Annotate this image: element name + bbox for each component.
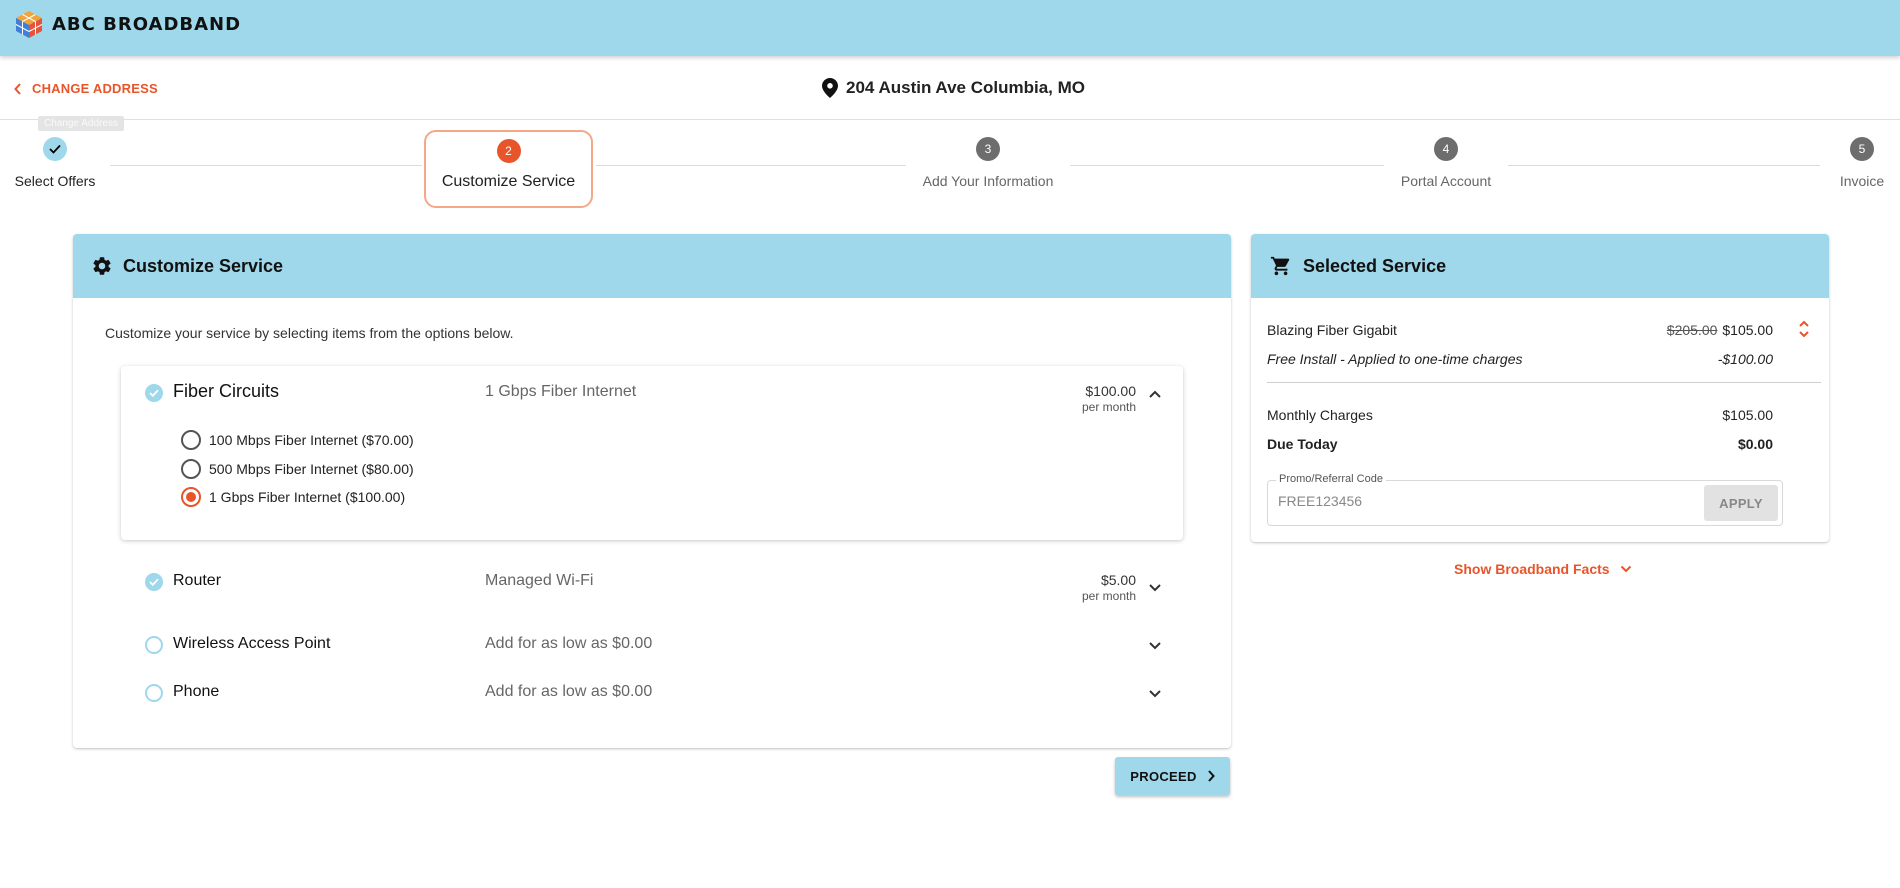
- proceed-button[interactable]: PROCEED: [1115, 757, 1230, 795]
- address-bar: CHANGE ADDRESS 204 Austin Ave Columbia, …: [0, 56, 1900, 120]
- plan-old-price: $205.00: [1666, 322, 1718, 338]
- card-title: Selected Service: [1303, 255, 1447, 276]
- fiber-option-100-mbps[interactable]: 100 Mbps Fiber Internet ($70.00): [181, 430, 414, 450]
- plan-price-group: $205.00 $105.00: [1667, 322, 1773, 338]
- step-circle: 3: [976, 137, 1000, 161]
- step-portal-account[interactable]: 4 Portal Account: [1396, 137, 1496, 189]
- change-address-button[interactable]: CHANGE ADDRESS: [14, 81, 158, 96]
- due-label: Due Today: [1267, 436, 1338, 452]
- intro-text: Customize your service by selecting item…: [105, 325, 514, 341]
- radio-button[interactable]: [181, 430, 201, 450]
- map-pin-icon: [822, 78, 838, 98]
- stepper-connector: [1070, 165, 1384, 166]
- unselected-circle-icon: [145, 684, 163, 702]
- selected-service-header: Selected Service: [1251, 234, 1829, 298]
- step-label: Customize Service: [441, 173, 576, 190]
- chevron-down-icon[interactable]: [1147, 638, 1163, 654]
- item-price: $100.00: [1085, 383, 1136, 399]
- cart-icon: [1270, 256, 1290, 276]
- change-address-label: CHANGE ADDRESS: [32, 81, 158, 96]
- stepper-connector: [1508, 165, 1820, 166]
- radio-button[interactable]: [181, 459, 201, 479]
- service-item-router[interactable]: Router Managed Wi-Fi $5.00 per month: [145, 572, 1183, 612]
- monthly-value: $105.00: [1722, 407, 1773, 423]
- item-description: Add for as low as $0.00: [485, 635, 653, 652]
- broadband-facts-label: Show Broadband Facts: [1454, 561, 1610, 577]
- step-label: Select Offers: [14, 173, 96, 189]
- due-value: $0.00: [1737, 436, 1773, 452]
- proceed-label: PROCEED: [1130, 768, 1197, 784]
- promo-amount: -$100.00: [1717, 351, 1773, 367]
- unselected-circle-icon: [145, 636, 163, 654]
- step-label: Invoice: [1839, 173, 1885, 189]
- service-address: 204 Austin Ave Columbia, MO: [822, 78, 1085, 98]
- item-price: $5.00: [1100, 572, 1136, 588]
- item-description: Add for as low as $0.00: [485, 683, 653, 700]
- item-description: Managed Wi-Fi: [485, 572, 594, 589]
- gear-icon: [93, 257, 111, 275]
- item-name: Router: [173, 572, 222, 589]
- selected-check-icon: [145, 384, 163, 402]
- customize-service-card: Customize Service Customize your service…: [73, 234, 1231, 748]
- step-circle: 5: [1850, 137, 1874, 161]
- promo-line: Free Install - Applied to one-time charg…: [1267, 351, 1773, 367]
- check-icon: [49, 144, 61, 154]
- item-name: Wireless Access Point: [173, 635, 331, 652]
- monthly-charges-line: Monthly Charges $105.00: [1267, 407, 1773, 423]
- service-item-wireless-access-point[interactable]: Wireless Access Point Add for as low as …: [145, 635, 1183, 675]
- summary-divider: [1267, 382, 1821, 383]
- address-text: 204 Austin Ave Columbia, MO: [846, 78, 1085, 97]
- promo-field-label: Promo/Referral Code: [1276, 473, 1386, 485]
- fiber-option-1-gbps[interactable]: 1 Gbps Fiber Internet ($100.00): [181, 487, 405, 507]
- chevron-down-icon: [1620, 565, 1631, 573]
- step-add-your-information[interactable]: 3 Add Your Information: [918, 137, 1058, 189]
- fiber-option-500-mbps[interactable]: 500 Mbps Fiber Internet ($80.00): [181, 459, 414, 479]
- item-name: Phone: [173, 683, 220, 700]
- cube-logo-icon: [15, 11, 43, 38]
- step-select-offers[interactable]: Select Offers: [15, 137, 95, 189]
- step-label: Add Your Information: [922, 173, 1054, 189]
- sort-icon[interactable]: [1797, 318, 1811, 340]
- show-broadband-facts-link[interactable]: Show Broadband Facts: [1454, 561, 1632, 577]
- chevron-up-icon[interactable]: [1147, 386, 1163, 402]
- service-item-fiber-circuits[interactable]: Fiber Circuits 1 Gbps Fiber Internet $10…: [145, 381, 1183, 423]
- chevron-left-icon: [14, 82, 21, 95]
- top-header: ABC BROADBAND: [0, 0, 1900, 56]
- step-circle: 2: [496, 139, 521, 163]
- selected-service-card: Selected Service Blazing Fiber Gigabit $…: [1251, 234, 1829, 542]
- customize-service-header: Customize Service: [73, 234, 1231, 298]
- service-item-phone[interactable]: Phone Add for as low as $0.00: [145, 683, 1183, 723]
- plan-price: $105.00: [1722, 322, 1773, 338]
- promo-code-field: Promo/Referral Code APPLY: [1267, 473, 1783, 526]
- item-period: per month: [1081, 400, 1136, 414]
- plan-line: Blazing Fiber Gigabit $205.00 $105.00: [1267, 322, 1773, 338]
- step-customize-service[interactable]: 2 Customize Service: [432, 139, 585, 191]
- change-address-tooltip: Change Address: [38, 116, 124, 131]
- plan-name: Blazing Fiber Gigabit: [1267, 322, 1397, 338]
- due-today-line: Due Today $0.00: [1267, 436, 1773, 452]
- selected-check-icon: [145, 573, 163, 591]
- item-description: 1 Gbps Fiber Internet: [485, 383, 637, 400]
- item-name: Fiber Circuits: [173, 381, 280, 401]
- monthly-label: Monthly Charges: [1267, 407, 1373, 423]
- chevron-down-icon[interactable]: [1147, 580, 1163, 596]
- option-label: 500 Mbps Fiber Internet ($80.00): [209, 461, 414, 477]
- option-label: 1 Gbps Fiber Internet ($100.00): [209, 489, 406, 505]
- step-circle: [43, 137, 67, 161]
- chevron-right-icon: [1207, 770, 1215, 782]
- item-period: per month: [1081, 589, 1136, 603]
- card-title: Customize Service: [123, 255, 284, 276]
- apply-button[interactable]: APPLY: [1704, 485, 1778, 521]
- step-label: Portal Account: [1400, 173, 1492, 189]
- step-invoice[interactable]: 5 Invoice: [1832, 137, 1892, 189]
- step-circle: 4: [1434, 137, 1458, 161]
- stepper-connector: [110, 165, 422, 166]
- chevron-down-icon[interactable]: [1147, 686, 1163, 702]
- promo-description: Free Install - Applied to one-time charg…: [1267, 351, 1523, 367]
- stepper-connector: [596, 165, 906, 166]
- radio-button[interactable]: [181, 487, 201, 507]
- promo-code-input[interactable]: [1278, 493, 1678, 509]
- option-label: 100 Mbps Fiber Internet ($70.00): [209, 432, 414, 448]
- brand-name: ABC BROADBAND: [52, 14, 242, 35]
